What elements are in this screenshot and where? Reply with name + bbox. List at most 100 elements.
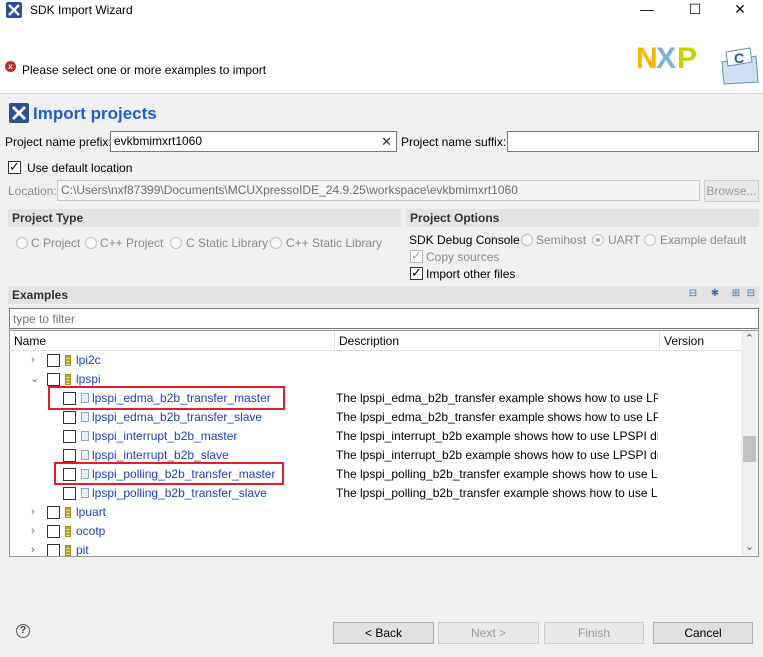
location-label: Location:: [8, 184, 57, 198]
import-other-files-checkbox[interactable]: [410, 265, 423, 281]
row-description: The lpspi_edma_b2b_transfer example show…: [336, 391, 658, 405]
nxp-logo: N X P C: [636, 32, 760, 88]
next-button[interactable]: Next >: [438, 622, 539, 644]
row-label: lpi2c: [76, 353, 101, 367]
package-icon: [65, 374, 71, 385]
prefix-value: evkbmimxrt1060: [114, 134, 203, 148]
project-name-suffix-input[interactable]: [507, 131, 759, 152]
project-type-heading: Project Type: [8, 209, 401, 227]
row-checkbox[interactable]: [47, 506, 60, 519]
tree-header: Name Description Version: [10, 331, 741, 351]
file-icon: [81, 450, 89, 460]
highlight-box: [54, 462, 284, 485]
row-description: The lpspi_interrupt_b2b example shows ho…: [336, 448, 658, 462]
row-checkbox[interactable]: [63, 430, 76, 443]
radio-uart-label: UART: [608, 233, 641, 247]
cancel-button[interactable]: Cancel: [653, 622, 753, 644]
row-checkbox[interactable]: [63, 411, 76, 424]
location-input[interactable]: C:\Users\nxf87399\Documents\MCUXpressoID…: [57, 180, 700, 201]
radio-uart[interactable]: [592, 234, 604, 246]
radio-cpp-static-library-label: C++ Static Library: [286, 236, 383, 250]
expand-all-icon[interactable]: ⊞: [729, 288, 743, 300]
project-options-heading: Project Options: [406, 209, 759, 227]
column-version[interactable]: Version: [660, 331, 741, 351]
column-name[interactable]: Name: [10, 331, 335, 351]
examples-filter-input[interactable]: [9, 308, 759, 329]
row-label: ocotp: [76, 524, 106, 538]
radio-example-default[interactable]: [644, 234, 656, 246]
tree-row-example[interactable]: lpspi_interrupt_b2b_master The lpspi_int…: [10, 427, 741, 446]
column-description[interactable]: Description: [335, 331, 660, 351]
browse-button[interactable]: Browse...: [704, 180, 759, 202]
radio-semihost-label: Semihost: [536, 233, 587, 247]
sdk-wizard-icon: [6, 2, 22, 18]
copy-sources-checkbox[interactable]: [410, 248, 423, 264]
maximize-button[interactable]: ☐: [672, 0, 718, 20]
radio-c-static-library[interactable]: [170, 237, 182, 249]
expand-icon[interactable]: ›: [31, 541, 35, 556]
clear-icon[interactable]: ✕: [381, 132, 392, 151]
header-message: Please select one or more examples to im…: [22, 63, 267, 77]
row-checkbox[interactable]: [47, 525, 60, 538]
highlight-box: [48, 386, 285, 410]
radio-cpp-project[interactable]: [85, 237, 97, 249]
radio-semihost[interactable]: [521, 234, 533, 246]
radio-c-static-library-label: C Static Library: [186, 236, 269, 250]
tree-row-ocotp[interactable]: › ocotp: [10, 522, 741, 541]
help-icon[interactable]: ?: [16, 624, 30, 638]
location-value: C:\Users\nxf87399\Documents\MCUXpressoID…: [61, 183, 518, 197]
settings-icon[interactable]: ✱: [708, 288, 722, 300]
finish-button[interactable]: Finish: [544, 622, 644, 644]
expand-icon[interactable]: ›: [31, 522, 35, 541]
row-description: The lpspi_interrupt_b2b example shows ho…: [336, 429, 658, 443]
row-checkbox[interactable]: [63, 487, 76, 500]
import-from-xml-icon[interactable]: ⊟: [686, 288, 700, 300]
wizard-content: Import projects Project name prefix: evk…: [0, 95, 763, 657]
row-checkbox[interactable]: [47, 544, 60, 556]
row-checkbox[interactable]: [63, 449, 76, 462]
row-label: lpspi_interrupt_b2b_master: [92, 429, 238, 443]
scroll-thumb[interactable]: [743, 436, 756, 462]
examples-heading: Examples: [8, 286, 759, 304]
svg-text:P: P: [677, 42, 697, 75]
package-icon: [65, 355, 71, 366]
file-icon: [81, 488, 89, 498]
back-button[interactable]: < Back: [333, 622, 434, 644]
project-name-prefix-input[interactable]: evkbmimxrt1060 ✕: [110, 131, 397, 152]
collapse-all-icon[interactable]: ⊟: [744, 288, 758, 300]
radio-c-project[interactable]: [16, 237, 28, 249]
tree-row-example[interactable]: lpspi_edma_b2b_transfer_slave The lpspi_…: [10, 408, 741, 427]
row-checkbox[interactable]: [47, 354, 60, 367]
row-label: lpspi_polling_b2b_transfer_slave: [92, 486, 267, 500]
tree-row-example[interactable]: lpspi_polling_b2b_transfer_slave The lps…: [10, 484, 741, 503]
minimize-button[interactable]: —: [624, 0, 670, 20]
tree-row-lpuart[interactable]: › lpuart: [10, 503, 741, 522]
row-checkbox[interactable]: [47, 373, 60, 386]
radio-example-default-label: Example default: [660, 233, 747, 247]
examples-tree[interactable]: Name Description Version › lpi2c ⌄ lpspi…: [9, 330, 759, 557]
row-description: The lpspi_polling_b2b_transfer example s…: [336, 486, 658, 500]
package-icon: [65, 507, 71, 518]
expand-icon[interactable]: ›: [31, 503, 35, 522]
suffix-label: Project name suffix:: [401, 135, 507, 149]
use-default-location-checkbox[interactable]: [8, 159, 21, 175]
row-description: The lpspi_polling_b2b_transfer example s…: [336, 467, 658, 481]
tree-row-pit[interactable]: › pit: [10, 541, 741, 556]
import-projects-icon: [9, 103, 29, 123]
close-button[interactable]: ✕: [717, 0, 763, 20]
radio-cpp-static-library[interactable]: [270, 237, 282, 249]
collapse-icon[interactable]: ⌄: [30, 370, 39, 389]
radio-cpp-project-label: C++ Project: [100, 236, 164, 250]
tree-row-lpi2c[interactable]: › lpi2c: [10, 351, 741, 370]
svg-text:X: X: [656, 42, 676, 75]
scroll-up-icon[interactable]: ⌃: [741, 331, 758, 348]
expand-icon[interactable]: ›: [31, 351, 35, 370]
row-description: The lpspi_edma_b2b_transfer example show…: [336, 410, 658, 424]
tree-scrollbar[interactable]: ⌃ ⌄: [741, 331, 758, 556]
row-label: lpspi_edma_b2b_transfer_slave: [92, 410, 263, 424]
scroll-down-icon[interactable]: ⌄: [741, 539, 758, 556]
radio-c-project-label: C Project: [31, 236, 81, 250]
prefix-label: Project name prefix:: [5, 135, 112, 149]
window-title: SDK Import Wizard: [30, 3, 133, 17]
page-title: Import projects: [33, 104, 157, 123]
